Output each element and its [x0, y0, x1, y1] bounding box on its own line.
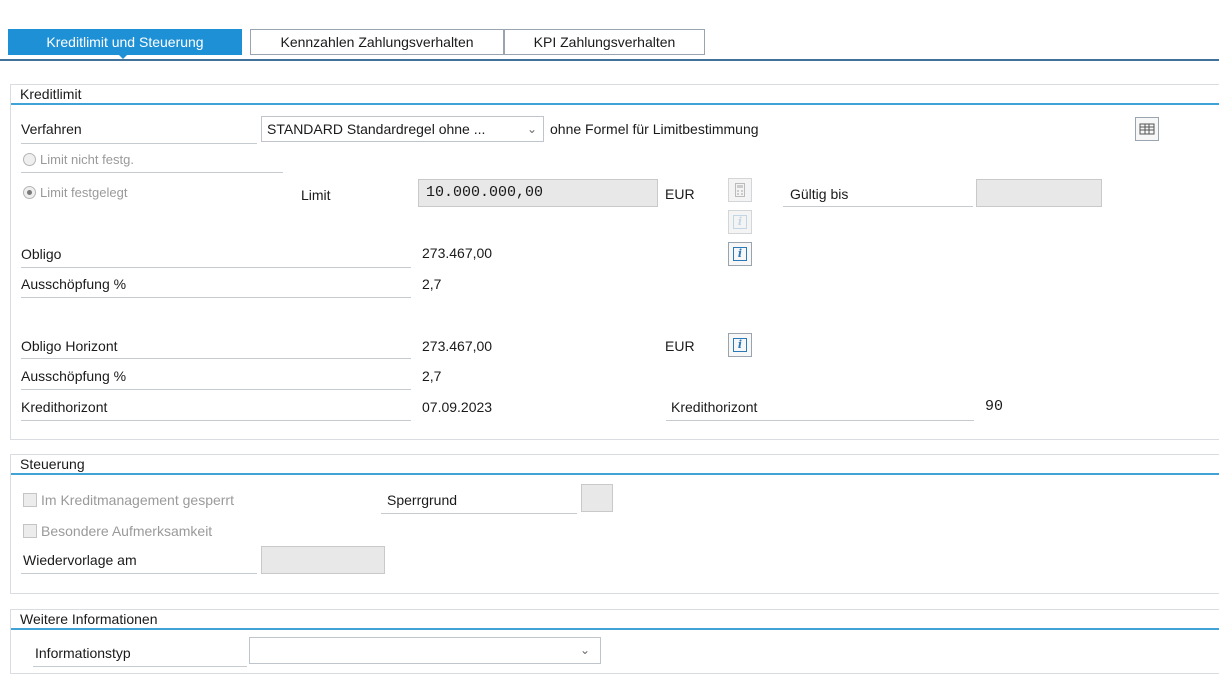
info-icon: i [733, 247, 747, 261]
ausschoepfung-underline [21, 297, 411, 298]
tab-kennzahlen-zahlungsverhalten[interactable]: Kennzahlen Zahlungsverhalten [250, 29, 504, 55]
checkbox-gesperrt[interactable] [23, 493, 37, 507]
gueltig-bis-label: Gültig bis [790, 186, 849, 202]
radio-limit-not-set-label: Limit nicht festg. [40, 152, 134, 167]
gueltig-bis-field[interactable] [976, 179, 1102, 207]
sperrgrund-underline [381, 513, 577, 514]
wiedervorlage-label: Wiedervorlage am [23, 552, 137, 568]
radio-limit-set[interactable] [23, 186, 36, 199]
sperrgrund-field[interactable] [581, 484, 613, 512]
tab-separator-line [0, 59, 1219, 61]
obligo-value: 273.467,00 [422, 245, 493, 261]
calculator-icon[interactable] [728, 178, 752, 202]
obligo-horizont-info-button[interactable]: i [728, 333, 752, 357]
obligo-horizont-value: 273.467,00 [422, 338, 493, 354]
ausschoepfung-label: Ausschöpfung % [21, 276, 127, 292]
ausschoepfung2-label: Ausschöpfung % [21, 368, 127, 384]
verfahren-select[interactable]: STANDARD Standardregel ohne ... ⌄ [261, 116, 544, 142]
group-title-kreditlimit: Kreditlimit [11, 85, 1219, 105]
limit-field[interactable]: 10.000.000,00 [418, 179, 658, 207]
info-icon: i [733, 215, 747, 229]
informationstyp-select[interactable]: ⌄ [249, 637, 601, 664]
ausschoepfung2-value: 2,7 [422, 368, 442, 384]
limit-currency: EUR [665, 186, 695, 202]
group-title-weitere: Weitere Informationen [11, 610, 1219, 630]
radio-not-set-underline [21, 172, 283, 173]
info-icon-disabled[interactable]: i [728, 210, 752, 234]
group-steuerung: Steuerung Im Kreditmanagement gesperrt S… [10, 454, 1219, 594]
informationstyp-underline [33, 666, 247, 667]
chevron-down-icon: ⌄ [526, 122, 537, 136]
verfahren-description: ohne Formel für Limitbestimmung [550, 121, 759, 137]
aufmerksamkeit-label: Besondere Aufmerksamkeit [41, 523, 213, 539]
verfahren-underline [21, 143, 257, 144]
wiedervorlage-field[interactable] [261, 546, 385, 574]
gesperrt-label: Im Kreditmanagement gesperrt [41, 492, 234, 508]
limit-label: Limit [301, 187, 331, 203]
table-settings-icon[interactable] [1135, 117, 1159, 141]
verfahren-select-value: STANDARD Standardregel ohne ... [267, 121, 486, 137]
ausschoepfung2-underline [21, 389, 411, 390]
limit-value: 10.000.000,00 [426, 184, 544, 201]
kredithorizont2-underline [666, 420, 974, 421]
chevron-down-icon: ⌄ [579, 643, 590, 657]
obligo-info-icon[interactable]: i [728, 242, 752, 266]
gueltig-bis-underline [783, 206, 973, 207]
active-tab-pointer [116, 52, 130, 59]
obligo-underline [21, 267, 411, 268]
checkbox-aufmerksamkeit[interactable] [23, 524, 37, 538]
radio-limit-not-set[interactable] [23, 153, 36, 166]
group-kreditlimit: Kreditlimit Verfahren STANDARD Standardr… [10, 84, 1219, 440]
group-title-steuerung: Steuerung [11, 455, 1219, 475]
sperrgrund-label: Sperrgrund [387, 492, 458, 508]
obligo-horizont-currency: EUR [665, 338, 695, 354]
obligo-label: Obligo [21, 246, 62, 262]
obligo-horizont-label: Obligo Horizont [21, 338, 118, 354]
radio-limit-set-label: Limit festgelegt [40, 185, 128, 200]
verfahren-label: Verfahren [21, 121, 82, 137]
kredithorizont-label: Kredithorizont [21, 399, 108, 415]
informationstyp-label: Informationstyp [35, 645, 131, 661]
info-icon: i [733, 338, 747, 352]
kredithorizont-underline [21, 420, 411, 421]
tab-kpi-zahlungsverhalten[interactable]: KPI Zahlungsverhalten [504, 29, 705, 55]
obligo-horizont-underline [21, 358, 411, 359]
kredithorizont-days: 90 [985, 398, 1004, 415]
wiedervorlage-underline [21, 573, 257, 574]
kredithorizont-date: 07.09.2023 [422, 399, 493, 415]
kredithorizont-label-2: Kredithorizont [671, 399, 758, 415]
group-weitere-informationen: Weitere Informationen Informationstyp ⌄ [10, 609, 1219, 674]
ausschoepfung-value: 2,7 [422, 276, 442, 292]
